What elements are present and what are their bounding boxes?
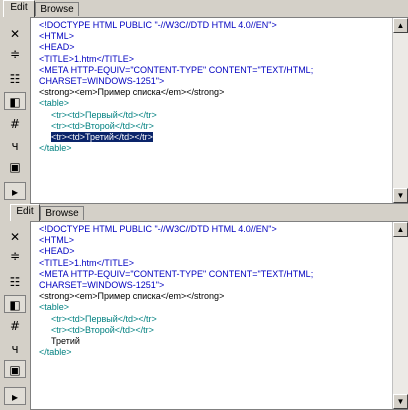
code-line: CHARSET=WINDOWS-1251"> — [39, 280, 165, 291]
vertical-scrollbar[interactable]: ▲ ▼ — [392, 222, 408, 409]
code-line: <HEAD> — [39, 246, 75, 257]
code-editor-bottom[interactable]: <!DOCTYPE HTML PUBLIC "-//W3C//DTD HTML … — [30, 221, 408, 410]
side-toolbar: ✕ ≑ ☷ ◧ # ч ▣ ▸ — [0, 17, 30, 204]
code-line: <table> — [39, 98, 70, 109]
editor-pane-top: Edit Browse ✕ ≑ ☷ ◧ # ч ▣ ▸ <!DOCTYPE HT… — [0, 0, 408, 204]
list-icon[interactable]: ☷ — [4, 70, 26, 88]
hash-icon[interactable]: # — [4, 115, 26, 133]
panel-left-icon[interactable]: ◧ — [4, 92, 26, 110]
side-toolbar: ✕ ≑ ☷ ◧ # ч ▣ ▸ — [0, 221, 30, 410]
code-line: <tr><td>Первый</td></tr> — [51, 313, 157, 324]
scroll-down-arrow[interactable]: ▼ — [393, 188, 408, 203]
hash-icon[interactable]: # — [4, 317, 26, 335]
tab-bar: Edit Browse — [0, 204, 408, 221]
code-line: <tr><td>Первый</td></tr> — [51, 109, 157, 120]
play-icon[interactable]: ▸ — [4, 182, 26, 200]
close-icon[interactable]: ✕ — [4, 25, 26, 43]
scroll-up-arrow[interactable]: ▲ — [393, 18, 408, 33]
tab-edit[interactable]: Edit — [3, 0, 35, 17]
code-line: <strong><em>Пример списка</em></strong> — [39, 291, 225, 302]
monitor-icon[interactable]: ▣ — [4, 360, 26, 378]
code-line: <META HTTP-EQUIV="CONTENT-TYPE" CONTENT=… — [39, 268, 314, 279]
code-line: <TITLE>1.htm</TITLE> — [39, 257, 135, 268]
close-icon[interactable]: ✕ — [4, 228, 26, 246]
list-icon[interactable]: ☷ — [4, 273, 26, 291]
code-line: <TITLE>1.htm</TITLE> — [39, 53, 135, 64]
code-line: <!DOCTYPE HTML PUBLIC "-//W3C//DTD HTML … — [39, 20, 277, 30]
code-line: <tr><td>Второй</td></tr> — [51, 120, 154, 131]
selection: <tr><td>Третий</td></tr> — [51, 132, 153, 143]
tab-browse[interactable]: Browse — [40, 206, 84, 220]
code-line-selected: <tr><td>Третий</td></tr> — [39, 132, 390, 143]
code-line: <tr><td>Второй</td></tr> — [51, 324, 154, 335]
code-line: <table> — [39, 302, 70, 313]
pilcrow-icon[interactable]: ч — [4, 137, 26, 155]
code-line: <META HTTP-EQUIV="CONTENT-TYPE" CONTENT=… — [39, 64, 314, 75]
pilcrow-icon[interactable]: ч — [4, 340, 26, 358]
scroll-up-arrow[interactable]: ▲ — [393, 222, 408, 237]
panel-left-icon[interactable]: ◧ — [4, 295, 26, 313]
split-icon[interactable]: ≑ — [4, 247, 26, 265]
code-line: Третий — [51, 336, 80, 347]
editor-pane-bottom: Edit Browse ✕ ≑ ☷ ◧ # ч ▣ ▸ <!DOCTYPE HT… — [0, 204, 408, 410]
tab-browse[interactable]: Browse — [35, 2, 79, 16]
code-line: <HTML> — [39, 235, 75, 246]
code-lines: <!DOCTYPE HTML PUBLIC "-//W3C//DTD HTML … — [39, 224, 390, 358]
code-line: </table> — [39, 347, 72, 358]
code-line: <!DOCTYPE HTML PUBLIC "-//W3C//DTD HTML … — [39, 224, 277, 234]
tab-edit[interactable]: Edit — [10, 204, 40, 221]
tab-bar: Edit Browse — [0, 0, 408, 17]
code-line: <HEAD> — [39, 42, 75, 53]
scroll-down-arrow[interactable]: ▼ — [393, 394, 408, 409]
monitor-icon[interactable]: ▣ — [4, 158, 26, 176]
code-line: <strong><em>Пример списка</em></strong> — [39, 87, 225, 98]
code-line: CHARSET=WINDOWS-1251"> — [39, 76, 165, 87]
split-icon[interactable]: ≑ — [4, 45, 26, 63]
vertical-scrollbar[interactable]: ▲ ▼ — [392, 18, 408, 203]
play-icon[interactable]: ▸ — [4, 387, 26, 405]
code-editor-top[interactable]: <!DOCTYPE HTML PUBLIC "-//W3C//DTD HTML … — [30, 17, 408, 204]
code-lines: <!DOCTYPE HTML PUBLIC "-//W3C//DTD HTML … — [39, 20, 390, 154]
code-line: <HTML> — [39, 31, 75, 42]
code-line: </table> — [39, 143, 72, 154]
